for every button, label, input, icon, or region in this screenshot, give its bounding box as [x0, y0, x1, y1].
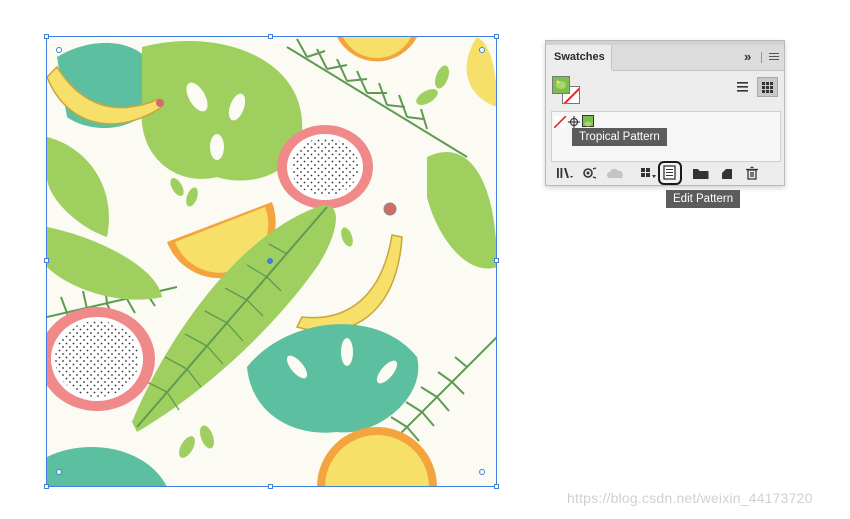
resize-handle-top[interactable]	[268, 34, 273, 39]
pattern-thumbnail-icon	[556, 80, 566, 89]
edit-pattern-tooltip: Edit Pattern	[666, 190, 741, 208]
dragonfruit	[277, 125, 373, 209]
edit-pattern-icon	[663, 165, 676, 180]
edit-pattern-button[interactable]	[658, 161, 682, 185]
corner-widget-top-left[interactable]	[56, 47, 62, 53]
swatch-tropical-pattern[interactable]	[582, 115, 594, 127]
corner-widget-bottom-right[interactable]	[479, 469, 485, 475]
new-color-group-icon[interactable]	[692, 166, 709, 180]
swatch-registration[interactable]	[568, 115, 580, 128]
resize-handle-top-right[interactable]	[494, 34, 499, 39]
swatch-none[interactable]	[553, 115, 567, 129]
swatches-panel: Swatches » Tropical Pattern	[545, 40, 785, 186]
panel-header	[612, 45, 784, 71]
resize-handle-bottom-left[interactable]	[44, 484, 49, 489]
new-swatch-icon[interactable]	[719, 166, 735, 180]
show-swatch-kinds-icon[interactable]	[640, 166, 656, 180]
list-view-icon[interactable]	[732, 77, 753, 97]
corner-widget-bottom-left[interactable]	[56, 469, 62, 475]
fill-stroke-widget[interactable]	[552, 76, 582, 106]
registration-target-icon	[568, 116, 580, 128]
cloud-library-icon[interactable]	[606, 166, 623, 180]
swatch-grid: Tropical Pattern	[551, 111, 781, 162]
none-swatch-icon	[553, 115, 567, 129]
panel-menu-icon[interactable]	[769, 53, 779, 61]
resize-handle-bottom-right[interactable]	[494, 484, 499, 489]
center-point	[267, 258, 273, 264]
resize-handle-bottom[interactable]	[268, 484, 273, 489]
resize-handle-top-left[interactable]	[44, 34, 49, 39]
resize-handle-right[interactable]	[494, 258, 499, 263]
thumbnail-view-icon[interactable]	[757, 77, 778, 97]
color-themes-icon[interactable]	[582, 166, 598, 180]
tab-swatches[interactable]: Swatches	[546, 45, 612, 70]
watermark: https://blog.csdn.net/weixin_44173720	[567, 490, 813, 506]
swatch-libraries-icon[interactable]	[556, 166, 573, 180]
resize-handle-left[interactable]	[44, 258, 49, 263]
fill-swatch[interactable]	[552, 76, 570, 94]
corner-widget-top-right[interactable]	[479, 47, 485, 53]
collapse-panel-button[interactable]: »	[744, 49, 751, 64]
header-divider	[761, 52, 762, 63]
swatch-name-tooltip: Tropical Pattern	[572, 128, 667, 146]
delete-swatch-icon[interactable]	[744, 166, 760, 180]
